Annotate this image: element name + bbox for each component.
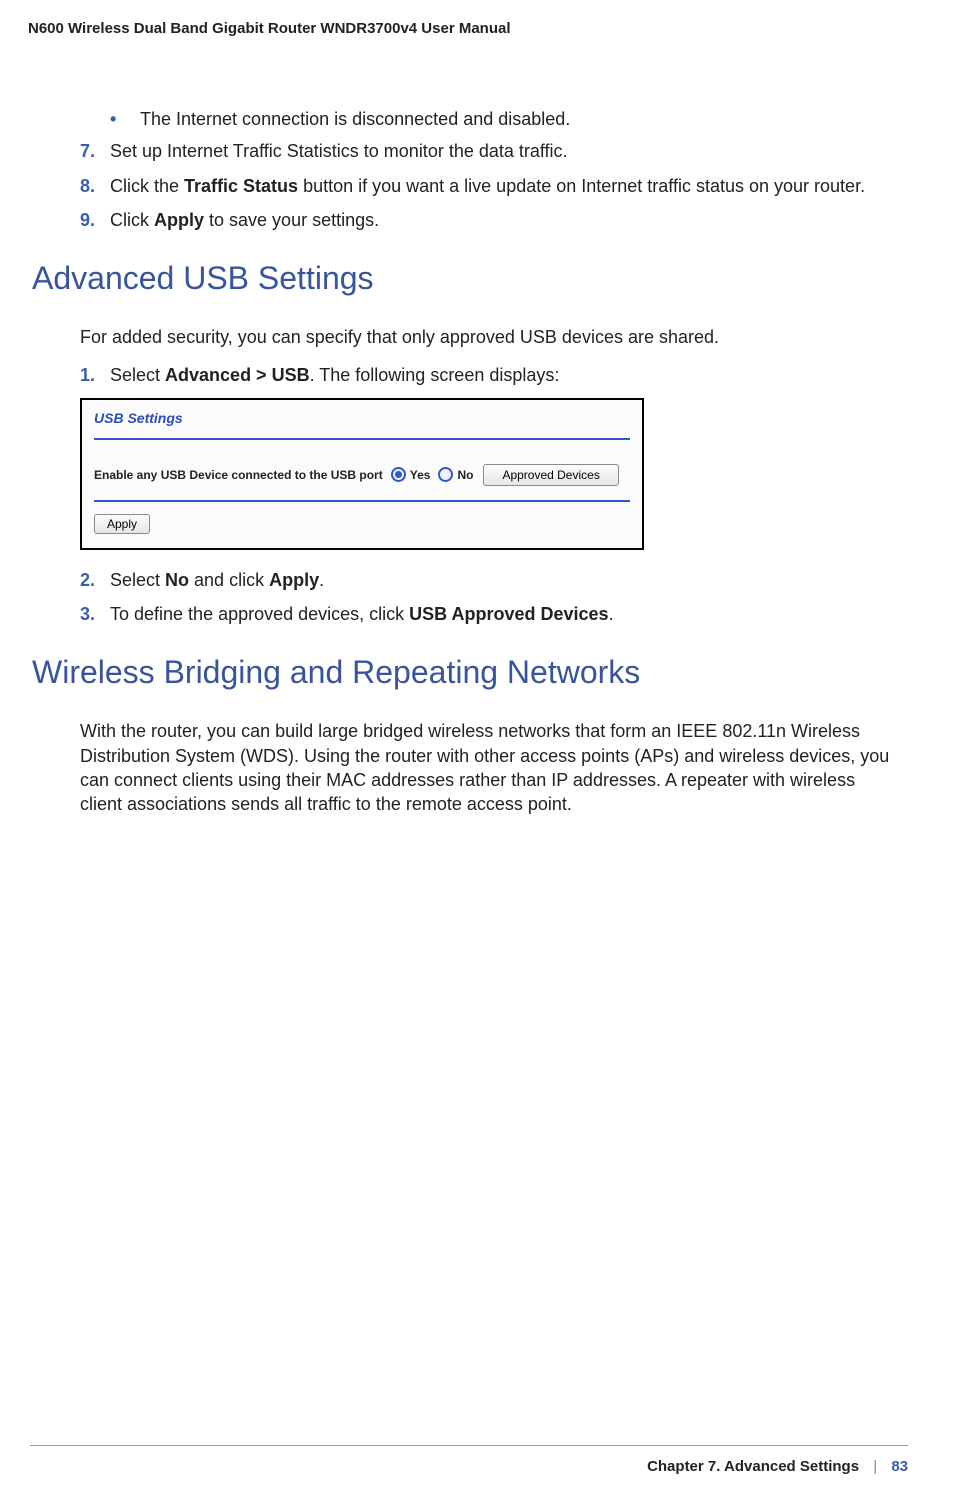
text: Select	[110, 365, 165, 385]
approved-devices-button[interactable]: Approved Devices	[483, 464, 618, 486]
step-9: 9. Click Apply to save your settings.	[80, 208, 898, 232]
step-number: 9.	[80, 208, 110, 232]
step-number: 8.	[80, 174, 110, 198]
apply-label: Apply	[269, 570, 319, 590]
enable-label: Enable any USB Device connected to the U…	[94, 468, 383, 482]
step-text: Select No and click Apply.	[110, 568, 898, 592]
text: Click the	[110, 176, 184, 196]
enable-usb-row: Enable any USB Device connected to the U…	[82, 450, 642, 492]
page-number: 83	[891, 1458, 908, 1475]
step-number: 1.	[80, 363, 110, 387]
menu-path: Advanced > USB	[165, 365, 310, 385]
apply-row: Apply	[82, 502, 642, 548]
usb-step-2: 2. Select No and click Apply.	[80, 568, 898, 592]
text: .	[319, 570, 324, 590]
apply-button[interactable]: Apply	[94, 514, 150, 534]
text: Click	[110, 210, 154, 230]
text: and click	[189, 570, 269, 590]
bullet-text: The Internet connection is disconnected …	[140, 107, 570, 131]
step-text: Click the Traffic Status button if you w…	[110, 174, 898, 198]
step-8: 8. Click the Traffic Status button if yo…	[80, 174, 898, 198]
wds-paragraph: With the router, you can build large bri…	[80, 719, 898, 816]
text: Select	[110, 570, 165, 590]
page-content: • The Internet connection is disconnecte…	[0, 37, 978, 817]
text: To define the approved devices, click	[110, 604, 409, 624]
radio-no[interactable]	[438, 467, 453, 482]
usb-approved-devices-label: USB Approved Devices	[409, 604, 608, 624]
step-text: Select Advanced > USB. The following scr…	[110, 363, 898, 387]
text: . The following screen displays:	[310, 365, 560, 385]
step-number: 7.	[80, 139, 110, 163]
apply-label: Apply	[154, 210, 204, 230]
page-footer: Chapter 7. Advanced Settings | 83	[30, 1445, 908, 1475]
step-text: Set up Internet Traffic Statistics to mo…	[110, 139, 898, 163]
bullet-icon: •	[110, 107, 140, 131]
traffic-status-label: Traffic Status	[184, 176, 298, 196]
heading-wireless-bridging: Wireless Bridging and Repeating Networks	[32, 654, 898, 691]
screenshot-title: USB Settings	[82, 400, 642, 434]
step-number: 3.	[80, 602, 110, 626]
usb-intro: For added security, you can specify that…	[80, 325, 898, 349]
bullet-item: • The Internet connection is disconnecte…	[110, 107, 898, 131]
step-7: 7. Set up Internet Traffic Statistics to…	[80, 139, 898, 163]
separator: |	[873, 1458, 877, 1475]
usb-step-1: 1. Select Advanced > USB. The following …	[80, 363, 898, 387]
divider	[94, 438, 630, 440]
step-text: To define the approved devices, click US…	[110, 602, 898, 626]
usb-settings-screenshot: USB Settings Enable any USB Device conne…	[80, 398, 644, 550]
heading-advanced-usb: Advanced USB Settings	[32, 260, 898, 297]
text: .	[609, 604, 614, 624]
manual-title: N600 Wireless Dual Band Gigabit Router W…	[0, 0, 978, 37]
text: to save your settings.	[204, 210, 379, 230]
radio-yes-label: Yes	[410, 468, 431, 482]
no-label: No	[165, 570, 189, 590]
text: button if you want a live update on Inte…	[298, 176, 865, 196]
step-text: Click Apply to save your settings.	[110, 208, 898, 232]
radio-yes[interactable]	[391, 467, 406, 482]
step-number: 2.	[80, 568, 110, 592]
radio-no-label: No	[457, 468, 473, 482]
usb-step-3: 3. To define the approved devices, click…	[80, 602, 898, 626]
chapter-label: Chapter 7. Advanced Settings	[647, 1458, 859, 1475]
